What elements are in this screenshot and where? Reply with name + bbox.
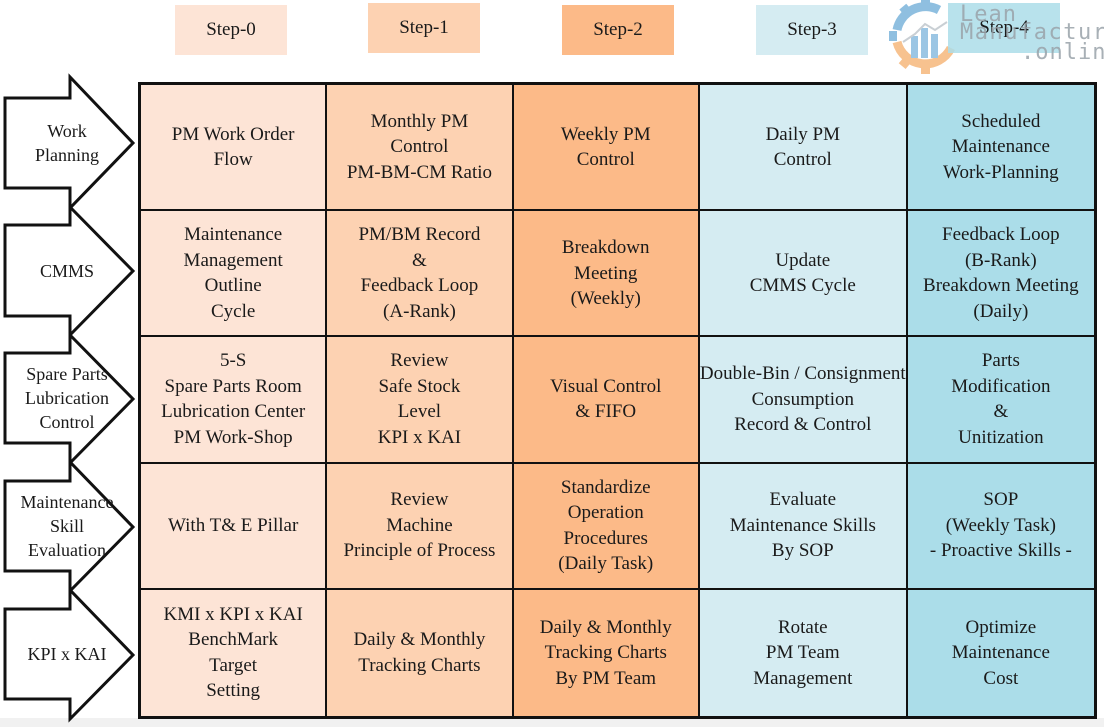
bottom-strip <box>0 718 1104 727</box>
category-label-cmms: CMMS <box>39 260 95 281</box>
matrix-cell-text: With T& E Pillar <box>167 514 299 536</box>
matrix-cell-skill-evaluation-step-4: SOP (Weekly Task) - Proactive Skills - <box>907 463 1094 590</box>
matrix-cell-cmms-step-4: Feedback Loop (B-Rank) Breakdown Meeting… <box>907 211 1094 338</box>
matrix-cell-text: Update CMMS Cycle <box>749 249 856 297</box>
matrix-cell-text: Weekly PM Control <box>560 123 651 171</box>
matrix-cell-text: Review Safe Stock Level KPI x KAI <box>377 350 462 448</box>
matrix-cell-text: Parts Modification & Unitization <box>951 350 1051 448</box>
matrix-cell-spare-parts-step-0: 5-S Spare Parts Room Lubrication Center … <box>141 337 328 464</box>
matrix-cell-text: Visual Control & FIFO <box>550 375 662 423</box>
step-1-label: Step-1 <box>368 3 480 53</box>
matrix-cell-work-planning-step-4: Scheduled Maintenance Work-Planning <box>907 85 1094 212</box>
matrix-cell-spare-parts-step-1: Review Safe Stock Level KPI x KAI <box>327 337 514 464</box>
step-3-label: Step-3 <box>756 5 868 55</box>
matrix-cell-skill-evaluation-step-2: Standardize Operation Procedures (Daily … <box>513 463 700 590</box>
matrix-cell-cmms-step-1: PM/BM Record & Feedback Loop (A-Rank) <box>327 211 514 338</box>
matrix-cell-text: KMI x KPI x KAI BenchMark Target Setting <box>163 603 303 702</box>
matrix-cell-kpi-kai-step-2: Daily & Monthly Tracking Charts By PM Te… <box>513 589 700 716</box>
step-2-label: Step-2 <box>562 5 674 55</box>
matrix-cell-spare-parts-step-4: Parts Modification & Unitization <box>907 337 1094 464</box>
matrix-cell-text: PM/BM Record & Feedback Loop (A-Rank) <box>358 224 481 322</box>
matrix-cell-skill-evaluation-step-1: Review Machine Principle of Process <box>327 463 514 590</box>
category-label-skill-evaluation: Maintenance Skill Evaluation <box>20 492 114 560</box>
matrix-cell-work-planning-step-0: PM Work Order Flow <box>141 85 328 212</box>
matrix-cell-work-planning-step-1: Monthly PM Control PM-BM-CM Ratio <box>327 85 514 212</box>
matrix-cell-text: Scheduled Maintenance Work-Planning <box>943 110 1059 183</box>
category-label-work-planning: Work Planning <box>34 121 99 165</box>
matrix-cell-text: Maintenance Management Outline Cycle <box>183 224 283 322</box>
matrix-cell-text: Standardize Operation Procedures (Daily … <box>558 476 654 575</box>
matrix-cell-cmms-step-2: Breakdown Meeting (Weekly) <box>513 211 700 338</box>
matrix-cell-work-planning-step-2: Weekly PM Control <box>513 85 700 212</box>
matrix-cell-kpi-kai-step-0: KMI x KPI x KAI BenchMark Target Setting <box>141 589 328 716</box>
matrix-cell-text: SOP (Weekly Task) - Proactive Skills - <box>929 489 1072 562</box>
matrix-cell-text: Monthly PM Control PM-BM-CM Ratio <box>346 110 493 183</box>
matrix-cell-kpi-kai-step-3: Rotate PM Team Management <box>699 589 908 716</box>
matrix-cell-text: Breakdown Meeting (Weekly) <box>561 237 650 310</box>
category-label-spare-parts: Spare Parts Lubrication Control <box>25 364 109 432</box>
matrix-cell-text: Daily & Monthly Tracking Charts By PM Te… <box>539 616 672 689</box>
matrix-cell-text: Feedback Loop (B-Rank) Breakdown Meeting… <box>923 224 1079 322</box>
matrix-cell-cmms-step-3: Update CMMS Cycle <box>699 211 908 338</box>
matrix-cell-spare-parts-step-2: Visual Control & FIFO <box>513 337 700 464</box>
matrix-cell-work-planning-step-3: Daily PM Control <box>699 85 908 212</box>
matrix-cell-text: Double-Bin / Consignment Consumption Rec… <box>699 363 906 436</box>
matrix-cell-cmms-step-0: Maintenance Management Outline Cycle <box>141 211 328 338</box>
roadmap-matrix: PM Work Order Flow Monthly PM Control PM-… <box>138 82 1097 719</box>
matrix-cell-kpi-kai-step-4: Optimize Maintenance Cost <box>907 589 1094 716</box>
step-4-label: Step-4 <box>948 3 1060 53</box>
matrix-cell-text: Evaluate Maintenance Skills By SOP <box>729 489 876 562</box>
matrix-cell-text: 5-S Spare Parts Room Lubrication Center … <box>161 350 306 448</box>
matrix-cell-skill-evaluation-step-3: Evaluate Maintenance Skills By SOP <box>699 463 908 590</box>
matrix-cell-text: Rotate PM Team Management <box>753 616 853 689</box>
category-label-kpi-kai: KPI x KAI <box>27 644 107 664</box>
matrix-cell-text: Review Machine Principle of Process <box>343 489 496 562</box>
matrix-cell-text: Daily & Monthly Tracking Charts <box>353 629 486 676</box>
matrix-cell-skill-evaluation-step-0: With T& E Pillar <box>141 463 328 590</box>
matrix-cell-spare-parts-step-3: Double-Bin / Consignment Consumption Rec… <box>699 337 908 464</box>
matrix-cell-text: PM Work Order Flow <box>171 123 295 171</box>
matrix-cell-text: Optimize Maintenance Cost <box>951 616 1050 689</box>
step-0-label: Step-0 <box>175 5 287 55</box>
matrix-cell-text: Daily PM Control <box>765 123 840 171</box>
matrix-cell-kpi-kai-step-1: Daily & Monthly Tracking Charts <box>327 589 514 716</box>
